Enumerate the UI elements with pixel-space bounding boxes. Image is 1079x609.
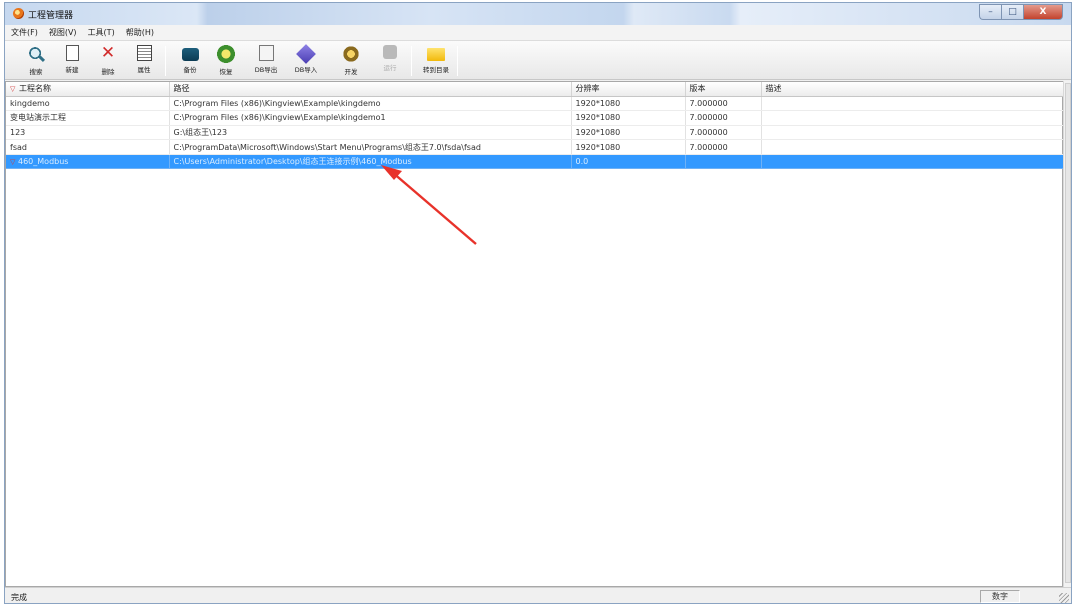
restore-button[interactable]: 恢复 — [209, 44, 243, 78]
cell-description — [761, 154, 1065, 170]
table-row[interactable]: fsad C:\ProgramData\Microsoft\Windows\St… — [6, 139, 1065, 155]
title-bar[interactable]: 工程管理器 – □ X — [5, 3, 1071, 25]
properties-icon — [136, 45, 152, 61]
cell-description — [761, 96, 1065, 112]
cell-version: 7.000000 — [685, 125, 762, 141]
column-header-version[interactable]: 版本 — [685, 82, 762, 97]
table-row[interactable]: kingdemo C:\Program Files (x86)\Kingview… — [6, 96, 1065, 112]
column-header-path[interactable]: 路径 — [169, 82, 572, 97]
cell-version: 7.000000 — [685, 139, 762, 155]
cell-name: 123 — [6, 125, 170, 141]
cell-version: 7.000000 — [685, 96, 762, 112]
toolbar: 搜索 新建 ✕ 删除 属性 备份 恢复 DB导出 DB导入 开发 运行 转到目录 — [5, 40, 1071, 80]
cell-path: G:\组态王\123 — [169, 125, 572, 141]
properties-button[interactable]: 属性 — [127, 44, 161, 78]
develop-button[interactable]: 开发 — [334, 44, 368, 78]
column-header-resolution[interactable]: 分辨率 — [571, 82, 686, 97]
toolbar-separator — [411, 46, 412, 76]
toolbar-separator — [457, 46, 458, 76]
menu-bar: 文件(F) 视图(V) 工具(T) 帮助(H) — [5, 25, 1071, 40]
cell-resolution: 0.0 — [571, 154, 686, 170]
cell-name: fsad — [6, 139, 170, 155]
cell-resolution: 1920*1080 — [571, 110, 686, 126]
cell-name: 变电站演示工程 — [6, 110, 170, 126]
column-name-label: 工程名称 — [19, 84, 51, 94]
delete-label: 删除 — [101, 68, 115, 76]
cell-resolution: 1920*1080 — [571, 139, 686, 155]
table-row[interactable]: 123 G:\组态王\123 1920*1080 7.000000 — [6, 125, 1065, 141]
app-icon — [13, 8, 24, 19]
status-text: 完成 — [11, 593, 27, 602]
cell-resolution: 1920*1080 — [571, 125, 686, 141]
menu-tools[interactable]: 工具(T) — [88, 27, 115, 38]
search-button[interactable]: 搜索 — [19, 44, 53, 78]
column-header-name[interactable]: ▽ 工程名称 — [6, 82, 170, 97]
cell-path: C:\ProgramData\Microsoft\Windows\Start M… — [169, 139, 572, 155]
cell-name-text: 460_Modbus — [18, 157, 69, 167]
db-export-button[interactable]: DB导出 — [249, 44, 283, 78]
db-import-label: DB导入 — [294, 66, 318, 74]
current-project-icon: ▽ — [10, 158, 16, 167]
goto-folder-label: 转到目录 — [423, 66, 449, 74]
restore-label: 恢复 — [219, 68, 233, 76]
run-button[interactable]: 运行 — [373, 44, 407, 78]
cell-description — [761, 125, 1065, 141]
table-row[interactable]: 变电站演示工程 C:\Program Files (x86)\Kingview\… — [6, 110, 1065, 126]
develop-label: 开发 — [344, 68, 358, 76]
status-bar: 完成 数字 — [5, 587, 1071, 603]
new-file-icon — [65, 45, 79, 61]
cell-resolution: 1920*1080 — [571, 96, 686, 112]
run-icon — [383, 45, 397, 59]
backup-label: 备份 — [183, 66, 197, 74]
menu-view[interactable]: 视图(V) — [49, 27, 77, 38]
cell-path: C:\Program Files (x86)\Kingview\Example\… — [169, 110, 572, 126]
cell-name: ▽ 460_Modbus — [6, 154, 170, 170]
cell-description — [761, 110, 1065, 126]
cell-version: 7.000000 — [685, 110, 762, 126]
close-button[interactable]: X — [1023, 4, 1063, 20]
folder-icon — [427, 48, 445, 61]
delete-button[interactable]: ✕ 删除 — [91, 44, 125, 78]
db-import-icon — [296, 44, 316, 64]
db-export-icon — [258, 45, 274, 61]
new-button[interactable]: 新建 — [55, 44, 89, 78]
project-list[interactable]: ▽ 工程名称 路径 分辨率 版本 描述 kingdemo C:\Program F… — [5, 81, 1065, 587]
table-header-row: ▽ 工程名称 路径 分辨率 版本 描述 — [6, 82, 1065, 97]
minimize-button[interactable]: – — [979, 4, 1001, 20]
db-export-label: DB导出 — [254, 66, 278, 74]
menu-help[interactable]: 帮助(H) — [126, 27, 154, 38]
run-label: 运行 — [383, 64, 397, 72]
cell-description — [761, 139, 1065, 155]
table-row-selected[interactable]: ▽ 460_Modbus C:\Users\Administrator\Deskt… — [6, 154, 1065, 170]
cell-path: C:\Program Files (x86)\Kingview\Example\… — [169, 96, 572, 112]
delete-icon: ✕ — [100, 43, 116, 63]
column-header-description[interactable]: 描述 — [761, 82, 1065, 97]
db-import-button[interactable]: DB导入 — [289, 44, 323, 78]
develop-icon — [342, 45, 360, 63]
resize-grip-icon[interactable] — [1059, 593, 1069, 603]
goto-folder-button[interactable]: 转到目录 — [419, 44, 453, 78]
backup-icon — [181, 48, 199, 61]
window-title: 工程管理器 — [28, 11, 74, 21]
properties-label: 属性 — [137, 66, 151, 74]
restore-icon — [217, 45, 235, 63]
menu-file[interactable]: 文件(F) — [11, 27, 38, 38]
maximize-button[interactable]: □ — [1001, 4, 1023, 20]
numlock-indicator: 数字 — [980, 590, 1020, 603]
vertical-scrollbar[interactable] — [1063, 81, 1071, 587]
project-manager-window: 工程管理器 – □ X 文件(F) 视图(V) 工具(T) 帮助(H) 搜索 新… — [4, 2, 1072, 604]
search-icon — [27, 45, 45, 63]
cell-version — [685, 154, 762, 170]
scrollbar-thumb[interactable] — [1065, 83, 1071, 583]
search-label: 搜索 — [29, 68, 43, 76]
cell-name: kingdemo — [6, 96, 170, 112]
toolbar-separator — [165, 46, 166, 76]
cell-path: C:\Users\Administrator\Desktop\组态王连接示例\4… — [169, 154, 572, 170]
backup-button[interactable]: 备份 — [173, 44, 207, 78]
sort-indicator-icon: ▽ — [10, 85, 16, 94]
new-label: 新建 — [65, 66, 79, 74]
